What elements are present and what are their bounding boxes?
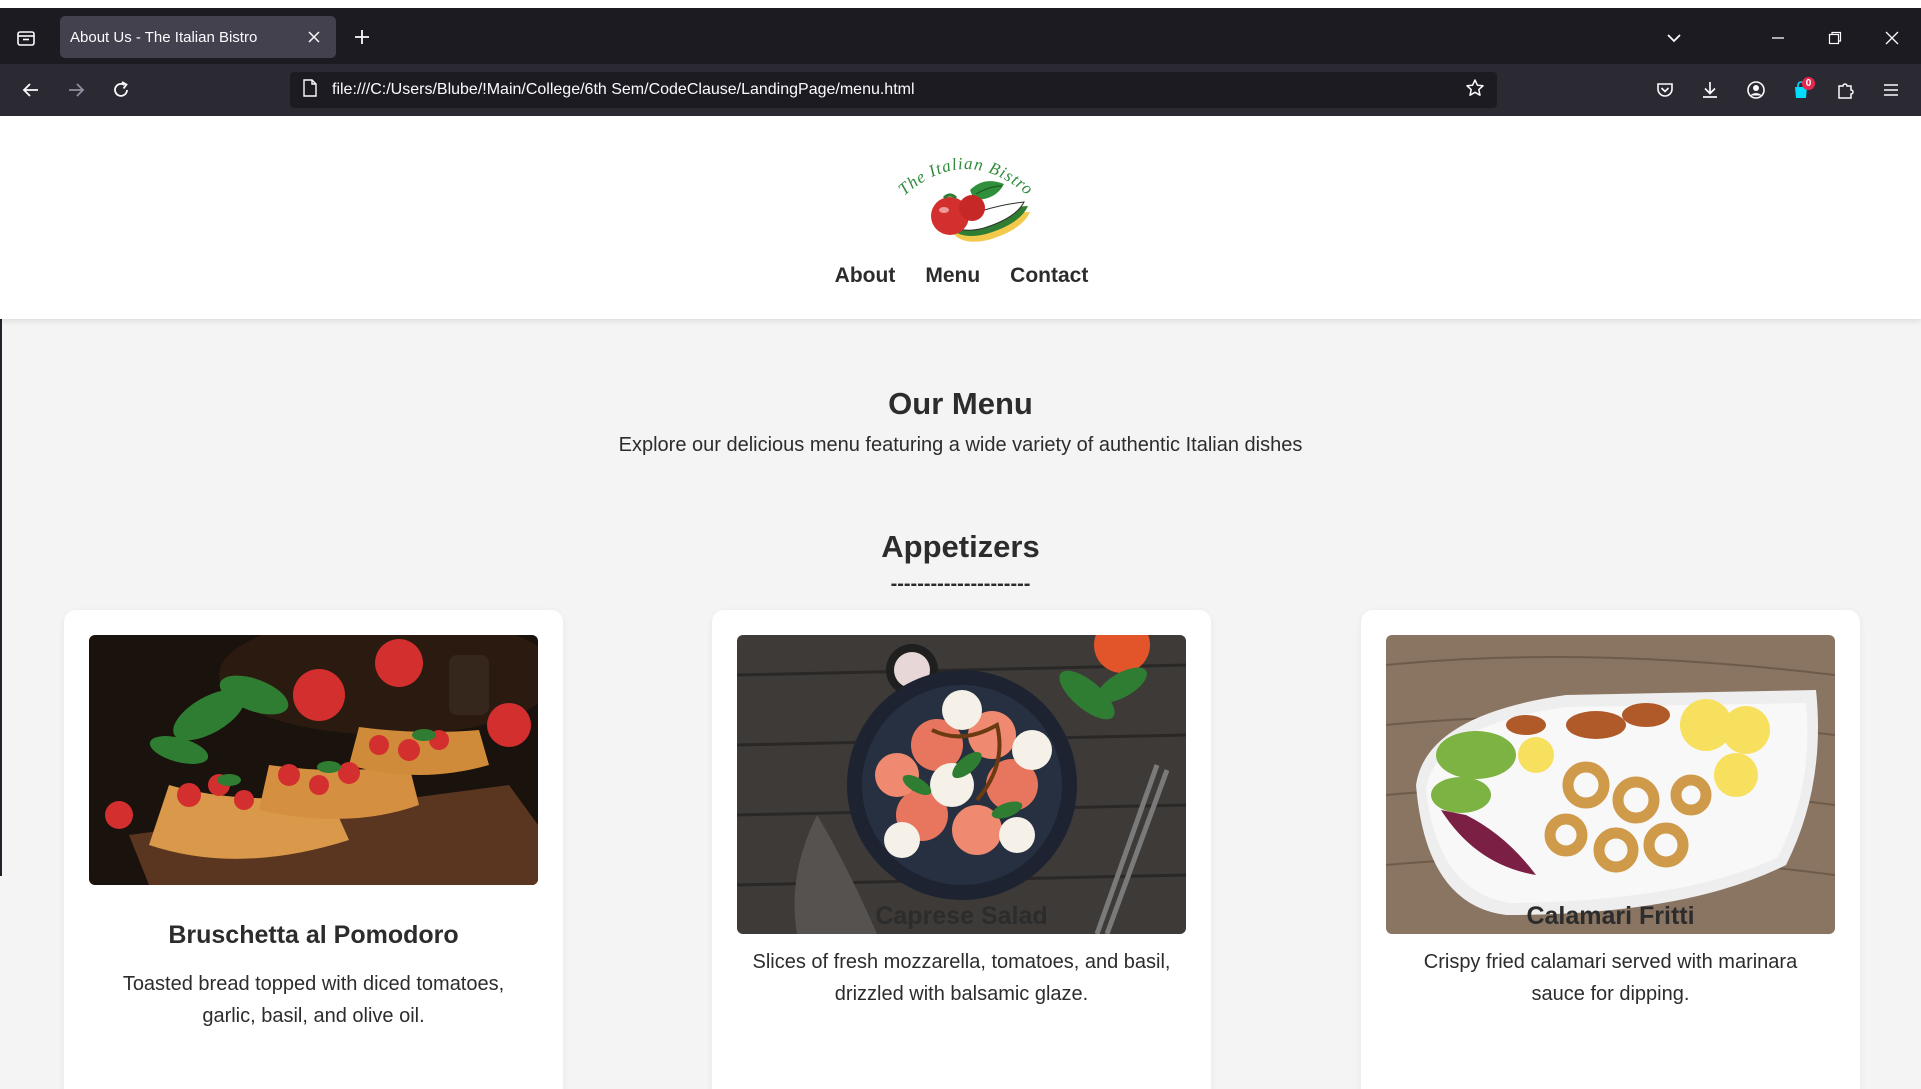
calamari-photo: [1386, 635, 1835, 934]
extensions-puzzle-icon[interactable]: [1830, 74, 1862, 106]
site-header: The Italian Bistro About Menu Contact: [0, 116, 1921, 319]
downloads-icon[interactable]: [1694, 74, 1726, 106]
pocket-icon[interactable]: [1649, 74, 1681, 106]
section-title: Appetizers: [881, 529, 1040, 564]
browser-tab-strip: About Us - The Italian Bistro: [0, 0, 1921, 64]
window-top-edge: [0, 0, 1921, 8]
menu-item-card-bruschetta: Bruschetta al Pomodoro Toasted bread top…: [64, 610, 563, 1089]
item-name: Caprese Salad: [875, 902, 1048, 930]
item-description: Slices of fresh mozzarella, tomatoes, an…: [752, 951, 1171, 1005]
nav-link-about[interactable]: About: [835, 264, 896, 288]
menu-title: Our Menu: [888, 386, 1033, 421]
item-description: Crispy fried calamari served with marina…: [1423, 951, 1798, 1005]
close-window-icon[interactable]: [1876, 22, 1908, 54]
active-tab[interactable]: About Us - The Italian Bistro: [60, 16, 336, 58]
page-document-icon: [302, 78, 318, 102]
address-bar[interactable]: file:///C:/Users/Blube/!Main/College/6th…: [290, 72, 1497, 108]
firefox-view-icon[interactable]: [10, 22, 42, 54]
menu-item-card-caprese: Caprese Salad Slices of fresh mozzarella…: [712, 610, 1211, 1089]
page-viewport: The Italian Bistro About Menu Contact Ou…: [0, 116, 1921, 1089]
browser-toolbar: file:///C:/Users/Blube/!Main/College/6th…: [0, 64, 1921, 116]
item-name: Calamari Fritti: [1526, 902, 1695, 930]
menu-intro: Our Menu Explore our delicious menu feat…: [0, 386, 1921, 457]
hamburger-menu-icon[interactable]: [1875, 74, 1907, 106]
site-navigation: About Menu Contact: [0, 264, 1921, 288]
item-name: Bruschetta al Pomodoro: [168, 921, 459, 949]
nav-link-menu[interactable]: Menu: [925, 264, 980, 288]
nav-link-contact[interactable]: Contact: [1010, 264, 1088, 288]
reload-icon[interactable]: [105, 74, 137, 106]
minimize-icon[interactable]: [1762, 22, 1794, 54]
account-icon[interactable]: [1740, 74, 1772, 106]
close-tab-icon[interactable]: [304, 27, 324, 47]
svg-text:The Italian Bistro: The Italian Bistro: [895, 154, 1038, 199]
extension-badge-count: 0: [1802, 77, 1815, 90]
extension-badge-icon[interactable]: 0: [1785, 74, 1817, 106]
caprese-salad-photo: [737, 635, 1186, 934]
menu-subtitle: Explore our delicious menu featuring a w…: [618, 434, 1303, 456]
bruschetta-photo: [89, 635, 538, 885]
new-tab-icon[interactable]: [346, 21, 378, 53]
menu-item-card-calamari: Calamari Fritti Crispy fried calamari se…: [1361, 610, 1860, 1089]
forward-arrow-icon[interactable]: [60, 74, 92, 106]
bookmark-star-icon[interactable]: [1465, 78, 1485, 103]
section-divider: ---------------------: [890, 573, 1031, 595]
bistro-logo[interactable]: The Italian Bistro: [892, 150, 1040, 250]
back-arrow-icon[interactable]: [15, 74, 47, 106]
item-description: Toasted bread topped with diced tomatoes…: [122, 973, 505, 1027]
list-all-tabs-icon[interactable]: [1658, 22, 1690, 54]
appetizers-section-header: Appetizers ---------------------: [0, 529, 1921, 596]
restore-icon[interactable]: [1819, 22, 1851, 54]
url-text[interactable]: file:///C:/Users/Blube/!Main/College/6th…: [332, 81, 1465, 99]
tab-title: About Us - The Italian Bistro: [70, 28, 258, 46]
